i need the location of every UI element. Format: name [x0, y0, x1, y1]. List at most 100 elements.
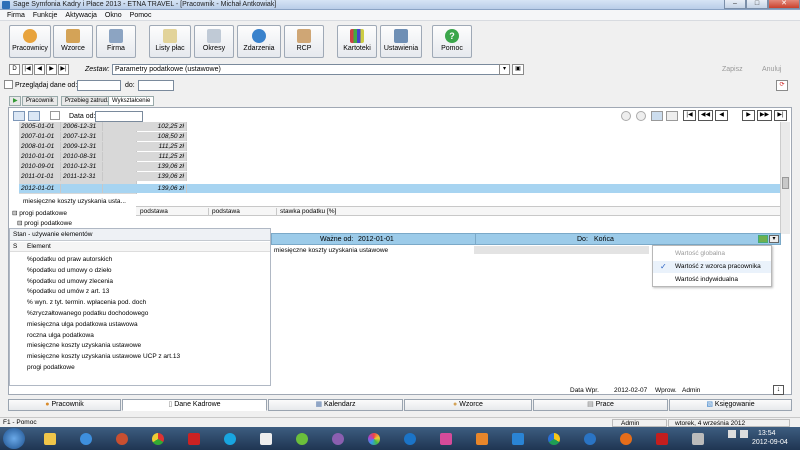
- taskbar-dropbox[interactable]: [508, 430, 528, 448]
- menu-okno[interactable]: Okno: [101, 10, 126, 21]
- taskbar-explorer[interactable]: [40, 430, 60, 448]
- tree-item-koszty[interactable]: miesięczne koszty uzyskania usta...: [23, 198, 143, 205]
- tab-pracownik[interactable]: ● Pracownik: [8, 399, 121, 411]
- okresy-button[interactable]: Okresy: [194, 25, 234, 58]
- tab-prace[interactable]: ▤ Prace: [533, 399, 668, 411]
- taskbar-teamviewer[interactable]: [400, 430, 420, 448]
- zestaw-select[interactable]: Parametry podatkowe (ustawowe): [112, 64, 510, 75]
- forward-button[interactable]: ▶▶: [757, 110, 772, 121]
- list-item[interactable]: %podatku od praw autorskich: [27, 255, 180, 266]
- taskbar-app-pink[interactable]: [436, 430, 456, 448]
- tree-item-progi-child[interactable]: ⊟ progi podatkowe: [17, 219, 72, 227]
- date-from-input[interactable]: [77, 80, 121, 91]
- table-row[interactable]: 2005-01-01 2006-12-31 102,25 zł: [19, 122, 187, 131]
- maximize-button[interactable]: □: [746, 0, 768, 9]
- pracownicy-button[interactable]: Pracownicy: [9, 25, 51, 58]
- data-od-input[interactable]: [95, 111, 143, 122]
- next-period-button[interactable]: ▶: [742, 110, 755, 121]
- edit-icon[interactable]: [651, 111, 663, 121]
- table-row[interactable]: 2011-01-01 2011-12-31 139,06 zł: [19, 172, 187, 181]
- scrollbar-thumb[interactable]: [782, 177, 789, 189]
- date-to-input[interactable]: [138, 80, 174, 91]
- taskbar-acrobat[interactable]: [652, 430, 672, 448]
- listy-plac-button[interactable]: Listy płac: [149, 25, 191, 58]
- menu-funkcje[interactable]: Funkcje: [29, 10, 62, 21]
- firma-button[interactable]: Firma: [96, 25, 136, 58]
- menu-aktywacja[interactable]: Aktywacja: [61, 10, 101, 21]
- taskbar-drive[interactable]: [544, 430, 564, 448]
- taskbar-ie[interactable]: [76, 430, 96, 448]
- rcp-button[interactable]: RCP: [284, 25, 324, 58]
- taskbar-app-orange[interactable]: [472, 430, 492, 448]
- tab-dane-kadrowe[interactable]: ▯ Dane Kadrowe: [122, 399, 267, 411]
- remove-icon[interactable]: [636, 111, 646, 121]
- table-row[interactable]: 2007-01-01 2007-12-31 108,50 zł: [19, 132, 187, 141]
- zapisz-button[interactable]: Zapisz: [722, 66, 743, 73]
- zdarzenia-button[interactable]: Zdarzenia: [237, 25, 281, 58]
- rewind-button[interactable]: ◀◀: [698, 110, 713, 121]
- popup-item-wzorzec[interactable]: ✓ Wartość z wzorca pracownika: [653, 261, 771, 273]
- last-record-button[interactable]: ▶|: [58, 64, 69, 75]
- next-record-button[interactable]: ▶: [46, 64, 57, 75]
- popup-item-globalna[interactable]: Wartość globalna: [653, 248, 771, 260]
- subtab-przebieg[interactable]: Przebieg zatrud.: [61, 96, 113, 106]
- tab-ksiegowanie[interactable]: ▧ Księgowanie: [669, 399, 792, 411]
- taskbar-app-fox[interactable]: [256, 430, 276, 448]
- start-button[interactable]: [3, 428, 25, 449]
- tree-item-progi[interactable]: ⊟ progi podatkowe: [12, 209, 67, 217]
- navigator-dropdown-button[interactable]: D: [9, 64, 20, 75]
- add-icon[interactable]: [621, 111, 631, 121]
- chevron-down-icon[interactable]: ▾: [499, 64, 510, 75]
- table-row[interactable]: 2008-01-01 2009-12-31 111,25 zł: [19, 142, 187, 151]
- close-button[interactable]: ✕: [768, 0, 800, 9]
- popup-item-indywidualna[interactable]: Wartość indywidualna: [653, 274, 771, 286]
- taskbar-filezilla[interactable]: [184, 430, 204, 448]
- play-icon[interactable]: ▶: [9, 96, 21, 106]
- tray-volume-icon[interactable]: [740, 430, 748, 438]
- list-item[interactable]: roczna ulga podatkowa: [27, 331, 180, 342]
- taskbar-pidgin[interactable]: [328, 430, 348, 448]
- tab-kalendarz[interactable]: ▦ Kalendarz: [268, 399, 403, 411]
- minimize-button[interactable]: –: [724, 0, 746, 9]
- kartoteki-button[interactable]: Kartoteki: [337, 25, 377, 58]
- taskbar-skydrive[interactable]: [580, 430, 600, 448]
- table-row[interactable]: 2010-01-01 2010-08-31 111,25 zł: [19, 152, 187, 161]
- taskbar-skype[interactable]: [220, 430, 240, 448]
- subtab-pracownik[interactable]: Pracownik: [22, 96, 58, 106]
- last-period-button[interactable]: ▶|: [774, 110, 787, 121]
- vertical-scrollbar[interactable]: [780, 122, 790, 234]
- list-item[interactable]: %zryczałtowanego podatku dochodowego: [27, 309, 180, 320]
- prev-period-button[interactable]: ◀: [715, 110, 728, 121]
- filter-icon[interactable]: ▣: [512, 64, 524, 75]
- first-record-button[interactable]: |◀: [22, 64, 33, 75]
- selected-table-row[interactable]: 2012-01-01 139,06 zł: [19, 184, 780, 193]
- value-source-icon[interactable]: [758, 235, 768, 243]
- menu-firma[interactable]: Firma: [3, 10, 29, 21]
- arrow-down-icon[interactable]: ↓: [773, 385, 784, 395]
- wzorce-button[interactable]: Wzorce: [53, 25, 93, 58]
- taskbar-chrome[interactable]: [148, 430, 168, 448]
- taskbar-picasa[interactable]: [364, 430, 384, 448]
- list-item[interactable]: miesięczna ulga podatkowa ustawowa: [27, 320, 180, 331]
- chevron-down-icon[interactable]: ▾: [769, 235, 779, 243]
- grid-tool-icon[interactable]: [13, 111, 25, 121]
- taskbar-wmp[interactable]: [616, 430, 636, 448]
- taskbar-app-gray[interactable]: [688, 430, 708, 448]
- prev-record-button[interactable]: ◀: [34, 64, 45, 75]
- subtab-wyksztalcenie[interactable]: Wykształcenie: [108, 96, 155, 106]
- list-item[interactable]: % wyn. z tyt. termin. wpłacenia pod. doc…: [27, 298, 180, 309]
- pomoc-button[interactable]: ? Pomoc: [432, 25, 472, 58]
- tray-network-icon[interactable]: [728, 430, 736, 438]
- tab-wzorce[interactable]: ● Wzorce: [404, 399, 532, 411]
- menu-pomoc[interactable]: Pomoc: [126, 10, 156, 21]
- list-item[interactable]: miesięczne koszty uzyskania ustawowe: [27, 341, 180, 352]
- browse-checkbox[interactable]: [4, 80, 13, 89]
- list-item[interactable]: %podatku od umów z art. 13: [27, 287, 180, 298]
- anuluj-button[interactable]: Anuluj: [762, 66, 781, 73]
- list-item[interactable]: progi podatkowe: [27, 363, 180, 374]
- list-item[interactable]: %podatku od umowy zlecenia: [27, 277, 180, 288]
- ustawienia-button[interactable]: Ustawienia: [380, 25, 422, 58]
- list-item[interactable]: miesięczne koszty uzyskania ustawowe UCP…: [27, 352, 180, 363]
- refresh-icon[interactable]: ⟳: [776, 80, 788, 91]
- search-icon[interactable]: [28, 111, 40, 121]
